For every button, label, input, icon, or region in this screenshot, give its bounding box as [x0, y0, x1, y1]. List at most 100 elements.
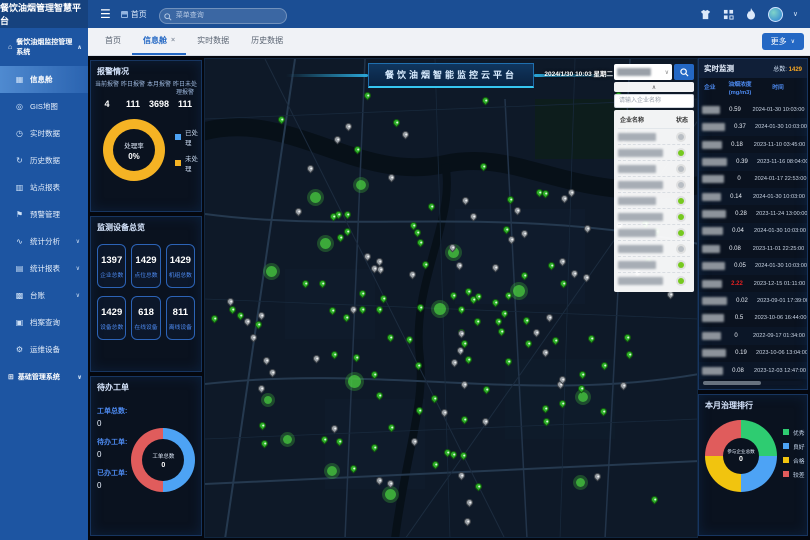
- enterprise-name-redacted: [618, 181, 663, 189]
- enterprise-name-redacted: [618, 133, 656, 141]
- rating-panel: 本月治理排行 参与企业总数 0 优秀良好合格较差: [698, 394, 808, 536]
- status-dot: [678, 182, 684, 188]
- enterprise-name-redacted: [702, 141, 722, 149]
- enterprise-row-5[interactable]: [618, 209, 690, 225]
- realtime-row-3[interactable]: 0.39 2023-11-16 08:04:00: [699, 153, 807, 170]
- tab-1[interactable]: 信息舱 ×: [132, 28, 186, 55]
- status-dot: [678, 134, 684, 140]
- enterprise-row-8[interactable]: [618, 257, 690, 273]
- realtime-row-6[interactable]: 0.28 2023-11-24 13:00:00: [699, 205, 807, 222]
- legend-item: 已处理: [175, 127, 201, 147]
- enterprise-name-redacted: [702, 297, 727, 305]
- sidebar-menu: ⌂餐饮油烟监控管理系统∧ ▦ 信息舱 ◎ GIS地图 ◷ 实时数据 ↻ 历史数据…: [0, 28, 88, 540]
- status-dot: [678, 230, 684, 236]
- tab-0[interactable]: 首页: [94, 28, 132, 55]
- legend-item: 良好: [783, 442, 805, 451]
- sidebar-item-6[interactable]: ∿ 统计分析 ∨: [0, 228, 88, 255]
- workorder-donut-chart: 工单总数 0: [131, 428, 195, 492]
- layout-icon[interactable]: [722, 8, 735, 21]
- workorder-stat-1: 待办工单:0: [97, 437, 127, 459]
- sidebar-item-5[interactable]: ⚑ 预警管理: [0, 201, 88, 228]
- sidebar-item-7[interactable]: ▤ 统计报表 ∨: [0, 255, 88, 282]
- horizontal-scrollbar[interactable]: [703, 381, 803, 385]
- map-icon: ◎: [15, 102, 24, 111]
- enterprise-name-redacted: [618, 277, 663, 285]
- archive-icon: ▣: [15, 318, 24, 327]
- marker-cluster-icon[interactable]: [385, 489, 396, 500]
- more-button[interactable]: 更多∨: [762, 33, 804, 50]
- sidebar-item-10[interactable]: ⚙ 运维设备: [0, 336, 88, 363]
- tab-3[interactable]: 历史数据: [240, 28, 294, 55]
- realtime-row-9[interactable]: 0.05 2024-01-30 10:03:00: [699, 258, 807, 275]
- enterprise-row-0[interactable]: [618, 129, 690, 145]
- realtime-row-5[interactable]: 0.14 2024-01-30 10:03:00: [699, 188, 807, 205]
- alarm-legend: 已处理未处理: [175, 127, 201, 173]
- enterprise-name-redacted: [618, 213, 663, 221]
- sidebar-item-0[interactable]: ▦ 信息舱: [0, 66, 88, 93]
- realtime-row-12[interactable]: 0.5 2023-10-06 16:44:00: [699, 310, 807, 327]
- realtime-row-10[interactable]: 2.22 2023-12-15 01:11:00: [699, 275, 807, 292]
- map-banner-title: 餐饮油烟智能监控云平台: [368, 63, 534, 88]
- alarm-stat-2: 本月报警3698: [146, 82, 172, 109]
- sidebar-item-4[interactable]: ▥ 站点报表: [0, 174, 88, 201]
- realtime-row-2[interactable]: 0.18 2023-11-10 03:45:00: [699, 136, 807, 153]
- org-icon: ⊞: [8, 373, 14, 381]
- realtime-row-14[interactable]: 0.19 2023-10-06 13:04:00: [699, 345, 807, 362]
- rating-panel-title: 本月治理排行: [699, 395, 807, 414]
- device-stat-box-5: 811离线设备: [166, 296, 195, 340]
- legend-item: 较差: [783, 470, 805, 479]
- sidebar-item-8[interactable]: ▩ 台账 ∨: [0, 282, 88, 309]
- marker-cluster-icon[interactable]: [356, 180, 366, 190]
- realtime-row-0[interactable]: 0.59 2024-01-30 10:03:00: [699, 101, 807, 118]
- dashboard: 报警情况 当前报警4昨日报警111本月报警3698昨日未处理报警111 处理率 …: [88, 56, 810, 540]
- sidebar-item-9[interactable]: ▣ 档案查询: [0, 309, 88, 336]
- enterprise-row-9[interactable]: [618, 273, 690, 289]
- sidebar-group-1[interactable]: ⌂餐饮油烟监控管理系统∧: [0, 28, 88, 66]
- chevron-down-icon[interactable]: ∨: [793, 10, 798, 18]
- app-logo: 餐饮油烟管理智慧平台: [0, 0, 88, 28]
- enterprise-row-6[interactable]: [618, 225, 690, 241]
- enterprise-name-redacted: [702, 175, 724, 183]
- realtime-row-1[interactable]: 0.37 2024-01-30 10:03:00: [699, 118, 807, 135]
- search-input[interactable]: [159, 8, 287, 24]
- sidebar-item-3[interactable]: ↻ 历史数据: [0, 147, 88, 174]
- realtime-row-13[interactable]: 0 2022-09-17 01:34:00: [699, 327, 807, 344]
- realtime-row-4[interactable]: 0 2024-01-17 22:53:00: [699, 171, 807, 188]
- device-stat-box-1: 1429点位总数: [131, 244, 160, 288]
- sidebar-group-2[interactable]: ⊞基础管理系统∨: [0, 363, 88, 391]
- sidebar-item-1[interactable]: ◎ GIS地图: [0, 93, 88, 120]
- enterprise-name-redacted: [702, 349, 726, 357]
- enterprise-search-input[interactable]: [614, 94, 694, 108]
- enterprise-overlay: ∨ ∧ 企业名称 状态: [614, 64, 694, 292]
- realtime-row-11[interactable]: 0.02 2023-09-01 17:39:00: [699, 292, 807, 309]
- marker-cluster-icon[interactable]: [320, 238, 331, 249]
- chevron-down-icon: ∨: [76, 238, 80, 245]
- marker-cluster-icon[interactable]: [327, 466, 337, 476]
- map-search-button[interactable]: [674, 64, 694, 80]
- realtime-row-8[interactable]: 0.08 2023-11-01 22:25:00: [699, 240, 807, 257]
- hamburger-menu-icon[interactable]: ☰: [100, 7, 111, 21]
- theme-icon[interactable]: [699, 8, 712, 21]
- flame-icon[interactable]: [745, 8, 758, 21]
- realtime-row-15[interactable]: 0.08 2023-12-03 12:47:00: [699, 362, 807, 379]
- realtime-row-7[interactable]: 0.04 2024-01-30 10:03:00: [699, 223, 807, 240]
- close-icon[interactable]: ×: [171, 37, 175, 44]
- enterprise-row-1[interactable]: [618, 145, 690, 161]
- device-panel: 监测设备总览 1397企业总数1429点位总数1429机组总数1429设备总数6…: [90, 216, 202, 372]
- enterprise-select[interactable]: ∨: [614, 64, 672, 80]
- sidebar-item-2[interactable]: ◷ 实时数据: [0, 120, 88, 147]
- enterprise-row-4[interactable]: [618, 193, 690, 209]
- marker-cluster-icon[interactable]: [266, 266, 277, 277]
- enterprise-row-3[interactable]: [618, 177, 690, 193]
- gis-map[interactable]: 餐饮油烟智能监控云平台 2024/1/30 10:03 星期二 ∨ ∧ 企业名称: [204, 58, 698, 538]
- device-stat-box-3: 1429设备总数: [97, 296, 126, 340]
- enterprise-row-2[interactable]: [618, 161, 690, 177]
- enterprise-name-redacted: [702, 332, 721, 340]
- home-chip[interactable]: 首页: [121, 9, 147, 20]
- enterprise-row-7[interactable]: [618, 241, 690, 257]
- user-avatar[interactable]: [768, 7, 783, 22]
- marker-cluster-icon[interactable]: [513, 285, 525, 297]
- realtime-table-body[interactable]: 0.59 2024-01-30 10:03:00 0.37 2024-01-30…: [699, 101, 807, 379]
- tab-2[interactable]: 实时数据: [186, 28, 240, 55]
- collapse-button[interactable]: ∧: [614, 82, 694, 92]
